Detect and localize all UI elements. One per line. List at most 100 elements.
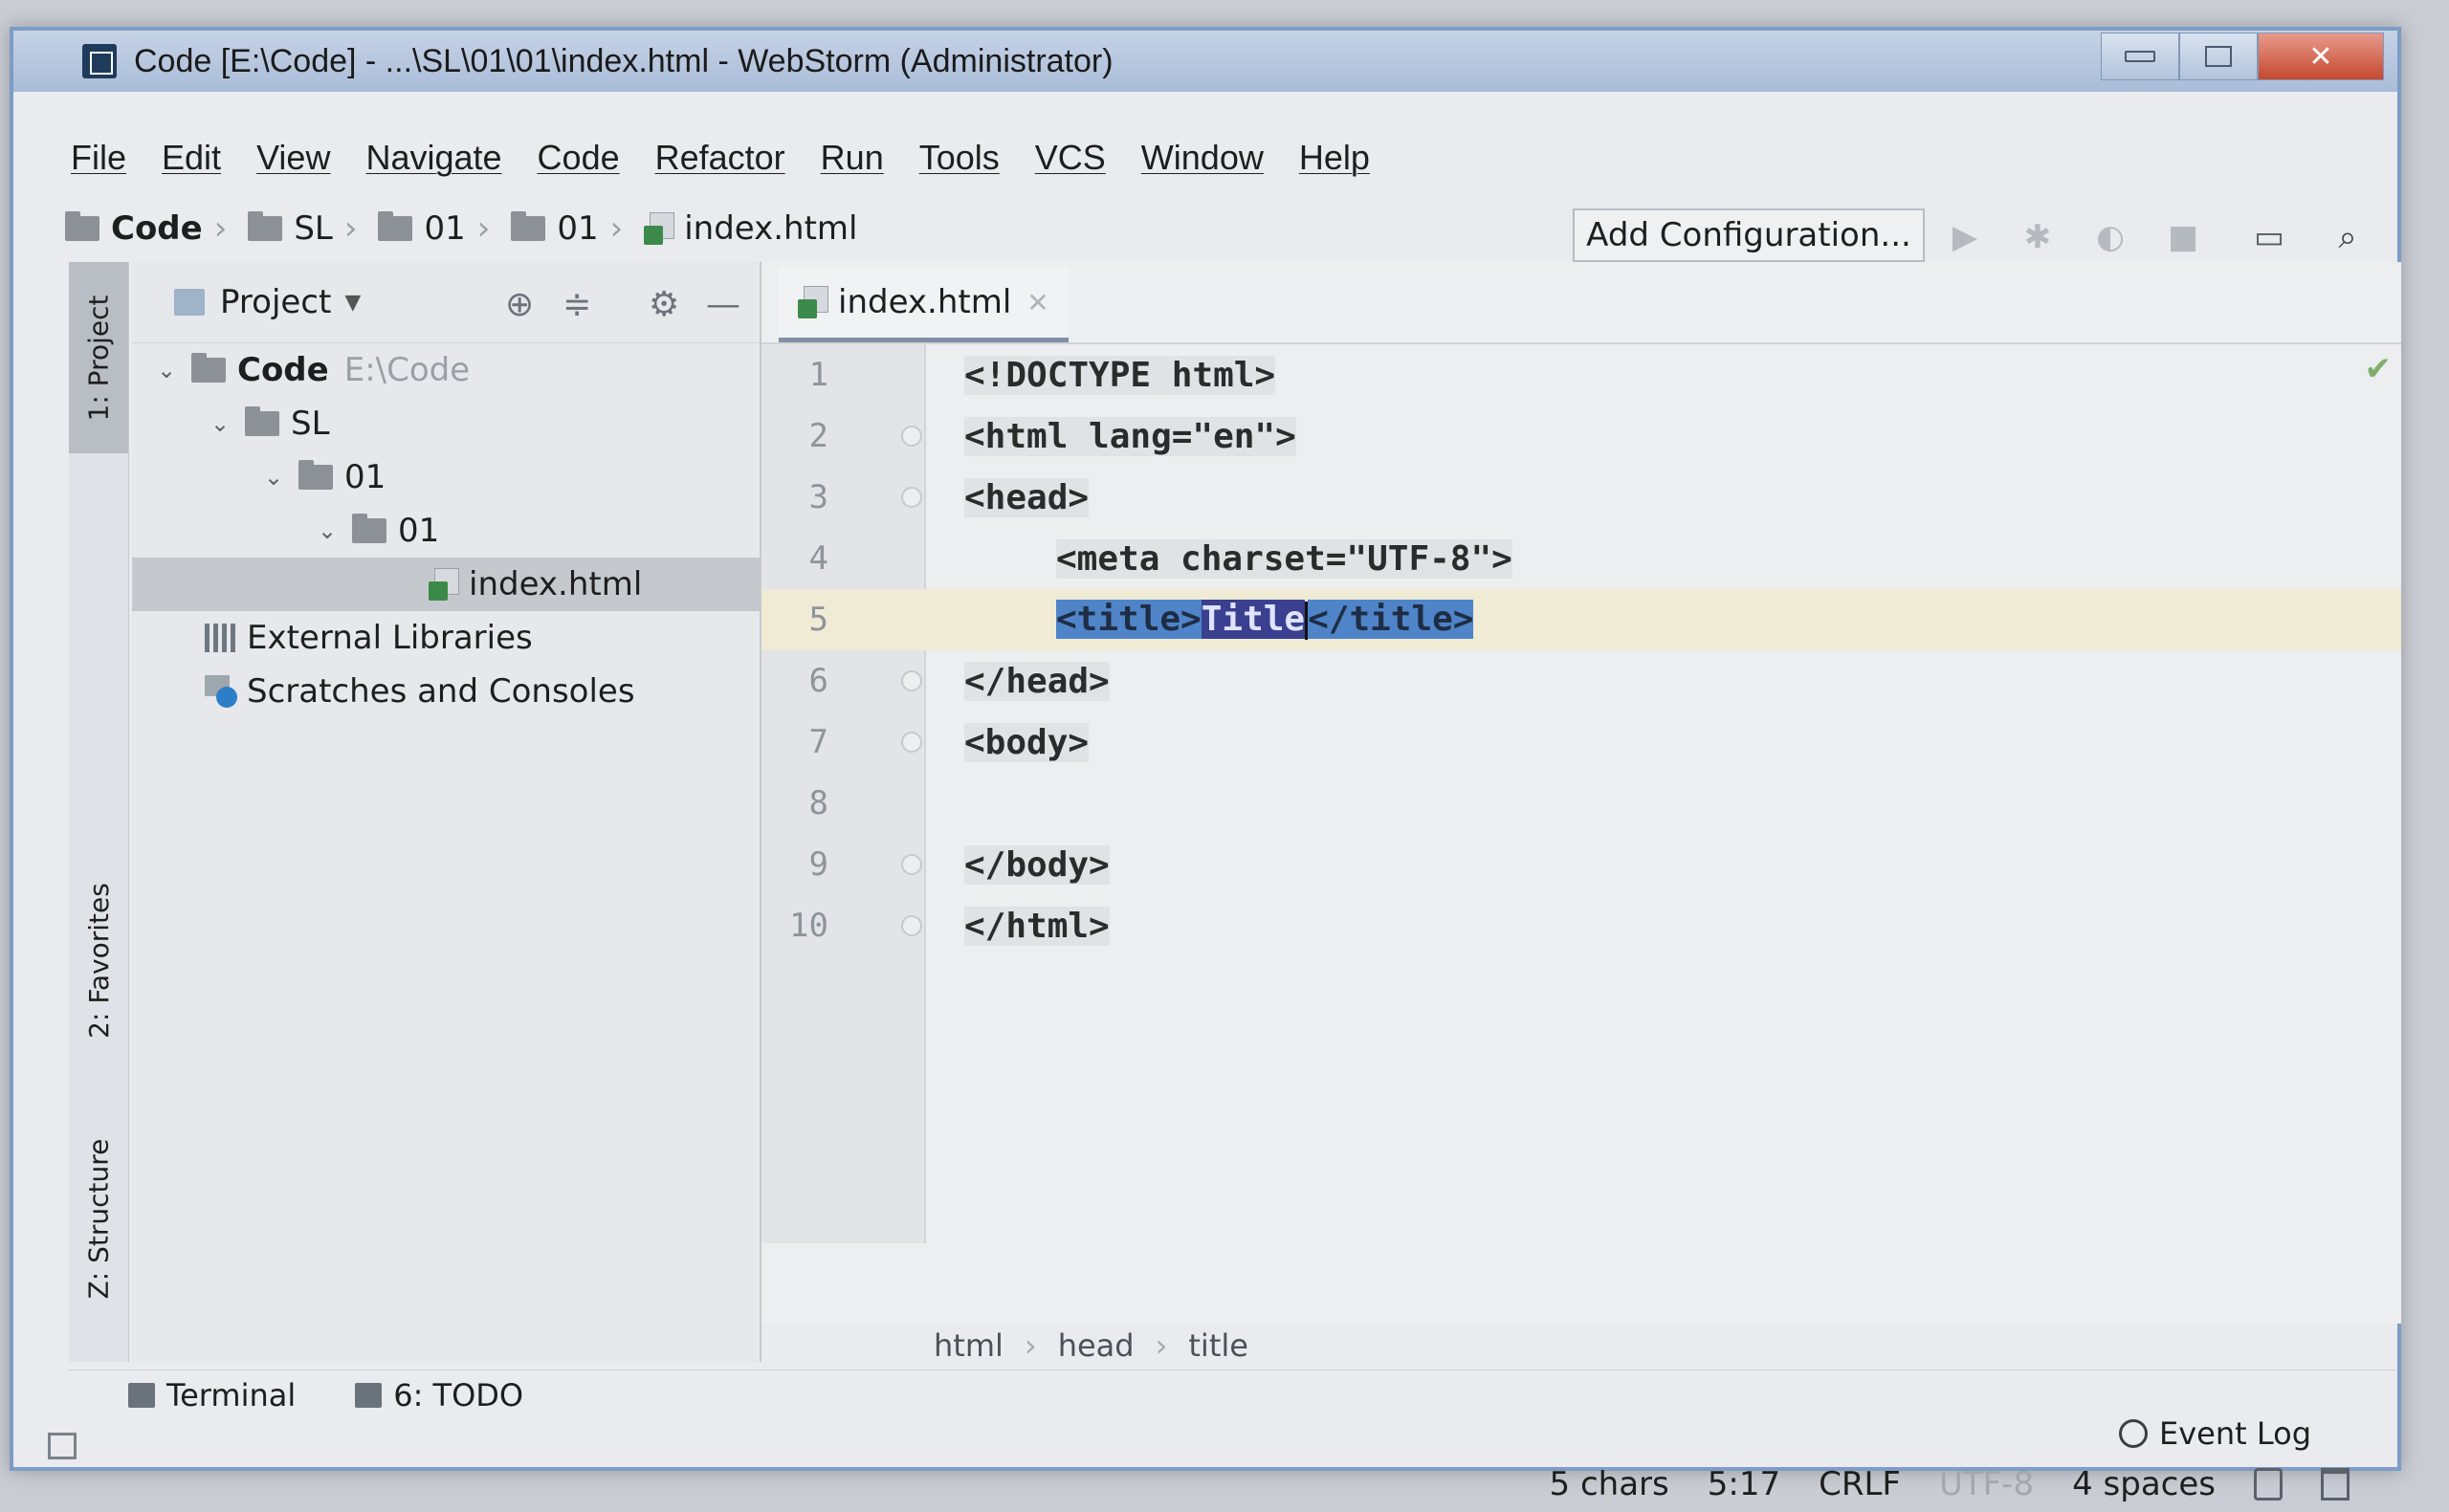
tree-item-label: index.html: [469, 565, 643, 603]
status-bar: 5 chars 5:17 CRLF UTF-8 4 spaces: [13, 1415, 2397, 1503]
project-tree: ⌄ Code E:\Code ⌄ SL ⌄ 01 ⌄ 01 index.html…: [132, 343, 760, 718]
menu-help[interactable]: Help: [1299, 138, 1370, 178]
close-button[interactable]: ✕: [2258, 33, 2384, 80]
tab-structure[interactable]: Z: Structure: [69, 1104, 128, 1333]
folder-icon: [378, 211, 413, 241]
code-line: 8: [761, 773, 2401, 834]
menu-bar: File Edit View Navigate Code Refactor Ru…: [71, 134, 1405, 182]
minimize-button[interactable]: [2101, 33, 2179, 80]
line-number: 5: [808, 601, 828, 639]
code-token: <head>: [964, 477, 1090, 517]
tree-item-scratches[interactable]: Scratches and Consoles: [132, 665, 760, 718]
coverage-icon[interactable]: ◐: [2091, 218, 2129, 256]
nav-crumb-01[interactable]: 01 ›: [378, 209, 490, 248]
tree-item-index-html[interactable]: index.html: [132, 558, 760, 611]
menu-refactor[interactable]: Refactor: [655, 138, 785, 178]
code-token: </html>: [964, 906, 1110, 946]
library-icon: [205, 624, 237, 652]
tab-favorites[interactable]: 2: Favorites: [69, 836, 128, 1085]
status-caret-position[interactable]: 5:17: [1708, 1465, 1780, 1503]
status-indent[interactable]: 4 spaces: [2072, 1465, 2216, 1503]
tab-project[interactable]: 1: Project: [69, 262, 128, 453]
code-text: </head>: [964, 661, 1110, 701]
project-view-selector[interactable]: Project: [220, 283, 331, 321]
tree-item-external-libraries[interactable]: External Libraries: [132, 611, 760, 665]
fold-marker-icon[interactable]: [901, 915, 922, 936]
status-line-separator[interactable]: CRLF: [1819, 1465, 1901, 1503]
chevron-right-icon: ›: [1024, 1327, 1037, 1364]
code-editor[interactable]: 1 <!DOCTYPE html> 2 <html lang="en"> 3 <…: [761, 344, 2401, 956]
maximize-button[interactable]: [2179, 33, 2258, 80]
hide-panel-icon[interactable]: —: [706, 285, 740, 324]
chevron-down-icon[interactable]: ⌄: [316, 517, 339, 544]
code-token: </body>: [964, 844, 1110, 885]
menu-file[interactable]: File: [71, 138, 126, 178]
nav-crumb-code[interactable]: Code ›: [65, 209, 227, 248]
debug-icon[interactable]: ✱: [2019, 218, 2057, 256]
fold-marker-icon[interactable]: [901, 670, 922, 691]
terminal-tab-label: Terminal: [166, 1377, 297, 1413]
html-file-icon: [429, 568, 459, 601]
tree-item-01[interactable]: ⌄ 01: [132, 450, 760, 504]
todo-list-icon: [355, 1383, 383, 1408]
minimize-icon: [2125, 51, 2155, 62]
line-number: 9: [808, 845, 828, 884]
collapse-all-icon[interactable]: ≑: [563, 285, 591, 324]
stop-icon[interactable]: ■: [2164, 218, 2202, 256]
breadcrumb-title[interactable]: title: [1188, 1327, 1248, 1364]
line-number: 2: [808, 417, 828, 455]
code-line: 4 <meta charset="UTF-8">: [761, 528, 2401, 589]
nav-crumb-label: index.html: [684, 209, 858, 248]
menu-view[interactable]: View: [256, 138, 330, 178]
nav-crumb-label: 01: [557, 209, 599, 248]
nav-crumb-01-inner[interactable]: 01 ›: [511, 209, 623, 248]
chevron-right-icon: ›: [609, 209, 624, 248]
chevron-down-icon[interactable]: ⌄: [262, 464, 285, 491]
tree-item-sl[interactable]: ⌄ SL: [132, 397, 760, 450]
chevron-down-icon[interactable]: ⌄: [209, 410, 232, 437]
menu-navigate[interactable]: Navigate: [365, 138, 501, 178]
menu-edit[interactable]: Edit: [162, 138, 221, 178]
line-number: 10: [789, 907, 828, 945]
fold-marker-icon[interactable]: [901, 854, 922, 875]
html-file-icon: [798, 286, 828, 318]
nav-crumb-sl[interactable]: SL ›: [248, 209, 357, 248]
tree-item-code[interactable]: ⌄ Code E:\Code: [132, 343, 760, 397]
breadcrumb-html[interactable]: html: [934, 1327, 1004, 1364]
tree-item-01-inner[interactable]: ⌄ 01: [132, 504, 760, 558]
code-token: <body>: [964, 722, 1090, 762]
code-token: <meta charset="UTF-8">: [1056, 538, 1512, 579]
project-structure-icon[interactable]: ▭: [2250, 218, 2288, 256]
menu-window[interactable]: Window: [1141, 138, 1264, 178]
todo-tab[interactable]: 6: TODO: [355, 1377, 523, 1413]
tree-item-label: Code: [237, 351, 329, 389]
add-configuration-button[interactable]: Add Configuration...: [1573, 208, 1925, 262]
nav-crumb-file[interactable]: index.html: [644, 209, 858, 248]
fold-marker-icon[interactable]: [901, 487, 922, 508]
chevron-down-icon[interactable]: ▼: [344, 291, 361, 315]
tab-index-html[interactable]: index.html ✕: [779, 267, 1069, 342]
close-tab-icon[interactable]: ✕: [1026, 287, 1048, 318]
fold-marker-icon[interactable]: [901, 732, 922, 753]
status-encoding[interactable]: UTF-8: [1939, 1465, 2034, 1503]
memory-indicator-icon[interactable]: [2321, 1468, 2350, 1501]
search-icon[interactable]: ⌕: [2328, 218, 2367, 256]
menu-code[interactable]: Code: [538, 138, 620, 178]
gear-icon[interactable]: ⚙: [649, 285, 679, 324]
terminal-tab[interactable]: Terminal: [128, 1377, 296, 1413]
code-text: <meta charset="UTF-8">: [1056, 538, 1512, 579]
code-text: <html lang="en">: [964, 416, 1296, 456]
menu-vcs[interactable]: VCS: [1035, 138, 1106, 178]
menu-tools[interactable]: Tools: [919, 138, 1000, 178]
fold-marker-icon[interactable]: [901, 426, 922, 447]
lock-icon[interactable]: [2254, 1468, 2283, 1501]
code-text: <!DOCTYPE html>: [964, 355, 1276, 395]
locate-icon[interactable]: ⊕: [505, 285, 534, 324]
code-token: </head>: [964, 661, 1110, 701]
run-icon[interactable]: ▶: [1946, 218, 1984, 256]
breadcrumb-head[interactable]: head: [1058, 1327, 1135, 1364]
chevron-down-icon[interactable]: ⌄: [155, 357, 178, 383]
toggle-tool-windows-icon[interactable]: [48, 1433, 77, 1459]
menu-run[interactable]: Run: [821, 138, 884, 178]
tab-structure-label: Z: Structure: [82, 1138, 115, 1299]
